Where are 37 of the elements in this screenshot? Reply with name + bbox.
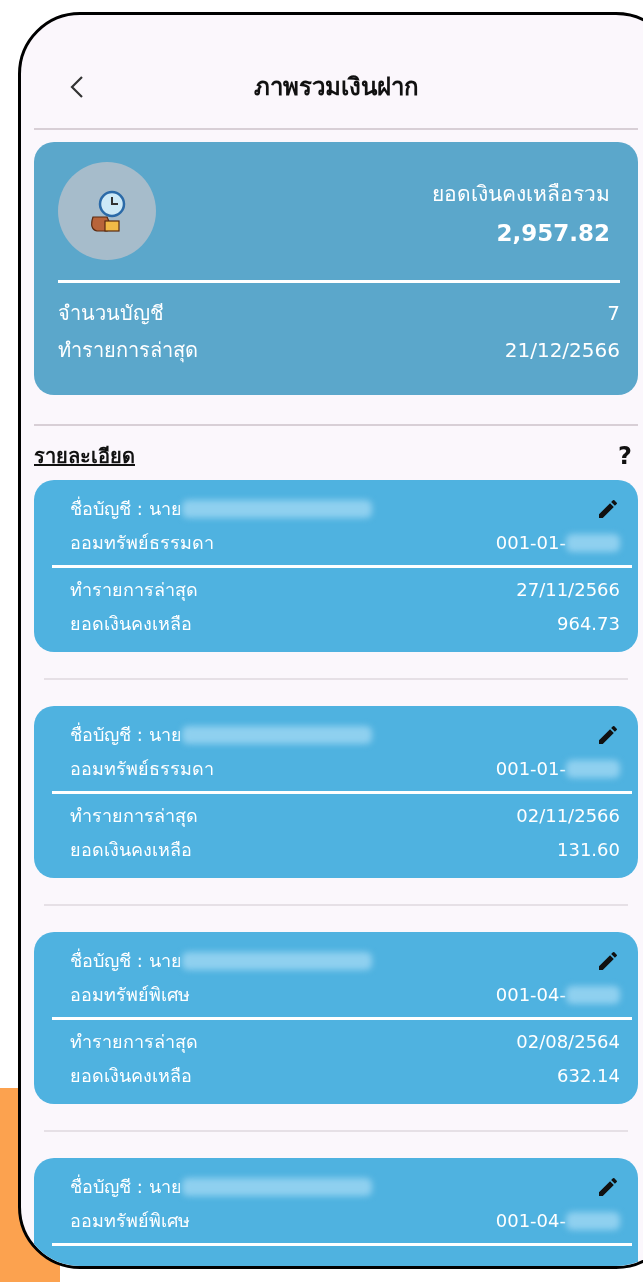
last-transaction-label: ทำรายการล่าสุด: [70, 804, 198, 829]
balance-amount: 964.73: [557, 612, 620, 636]
account-number: 001-04-: [495, 1209, 566, 1233]
total-balance-label: ยอดเงินคงเหลือรวม: [432, 180, 610, 208]
balance-label: ยอดเงินคงเหลือ: [70, 838, 192, 862]
account-name-label: ชื่อบัญชี : นาย: [70, 495, 182, 521]
account-type: ออมทรัพย์พิเศษ: [70, 1209, 190, 1233]
account-number: 001-04-: [495, 983, 566, 1007]
summary-value: 7: [607, 300, 620, 327]
balance-amount: 131.60: [557, 838, 620, 862]
summary-label: ทำรายการล่าสุด: [58, 337, 198, 365]
account-number: 001-01-: [495, 757, 566, 781]
account-card[interactable]: ชื่อบัญชี : นาย ออมทรัพย์ธรรมดา 001-01- ทำรายการล่าสุด 02/11/2566 ยอดเงินคงเหลือ 131.60: [34, 706, 638, 878]
last-transaction-date: 02/08/2564: [516, 1030, 620, 1054]
account-name-label: ชื่อบัญชี : นาย: [70, 1173, 182, 1199]
section-title: รายละเอียด: [34, 443, 135, 470]
screen-title: ภาพรวมเงินฝาก: [253, 72, 419, 103]
account-type: ออมทรัพย์พิเศษ: [70, 983, 190, 1007]
balance-label: ยอดเงินคงเหลือ: [70, 612, 192, 636]
summary-label: จำนวนบัญชี: [58, 300, 164, 327]
account-card[interactable]: ชื่อบัญชี : นาย ออมทรัพย์ธรรมดา 001-01- ทำรายการล่าสุด 27/11/2566 ยอดเงินคงเหลือ 964.73: [34, 480, 638, 652]
account-name-label: ชื่อบัญชี : นาย: [70, 947, 182, 973]
account-type: ออมทรัพย์ธรรมดา: [70, 757, 214, 781]
help-button[interactable]: ?: [618, 442, 632, 470]
balance-amount: 632.14: [557, 1064, 620, 1088]
summary-value: 21/12/2566: [504, 337, 620, 364]
last-transaction-date: 27/11/2566: [516, 578, 620, 602]
account-name-label: ชื่อบัญชี : นาย: [70, 721, 182, 747]
account-number: 001-01-: [495, 531, 566, 555]
account-card[interactable]: ชื่อบัญชี : นาย ออมทรัพย์พิเศษ 001-04- ทำรายการล่าสุด 02/08/2564 ยอดเงินคงเหลือ 632.14: [34, 932, 638, 1104]
account-card[interactable]: ชื่อบัญชี : นาย ออมทรัพย์พิเศษ 001-04-: [34, 1158, 638, 1266]
account-type: ออมทรัพย์ธรรมดา: [70, 531, 214, 555]
last-transaction-label: ทำรายการล่าสุด: [70, 1030, 198, 1055]
balance-label: ยอดเงินคงเหลือ: [70, 1064, 192, 1088]
last-transaction-date: 02/11/2566: [516, 804, 620, 828]
last-transaction-label: ทำรายการล่าสุด: [70, 578, 198, 603]
total-balance-amount: 2,957.82: [495, 219, 610, 246]
